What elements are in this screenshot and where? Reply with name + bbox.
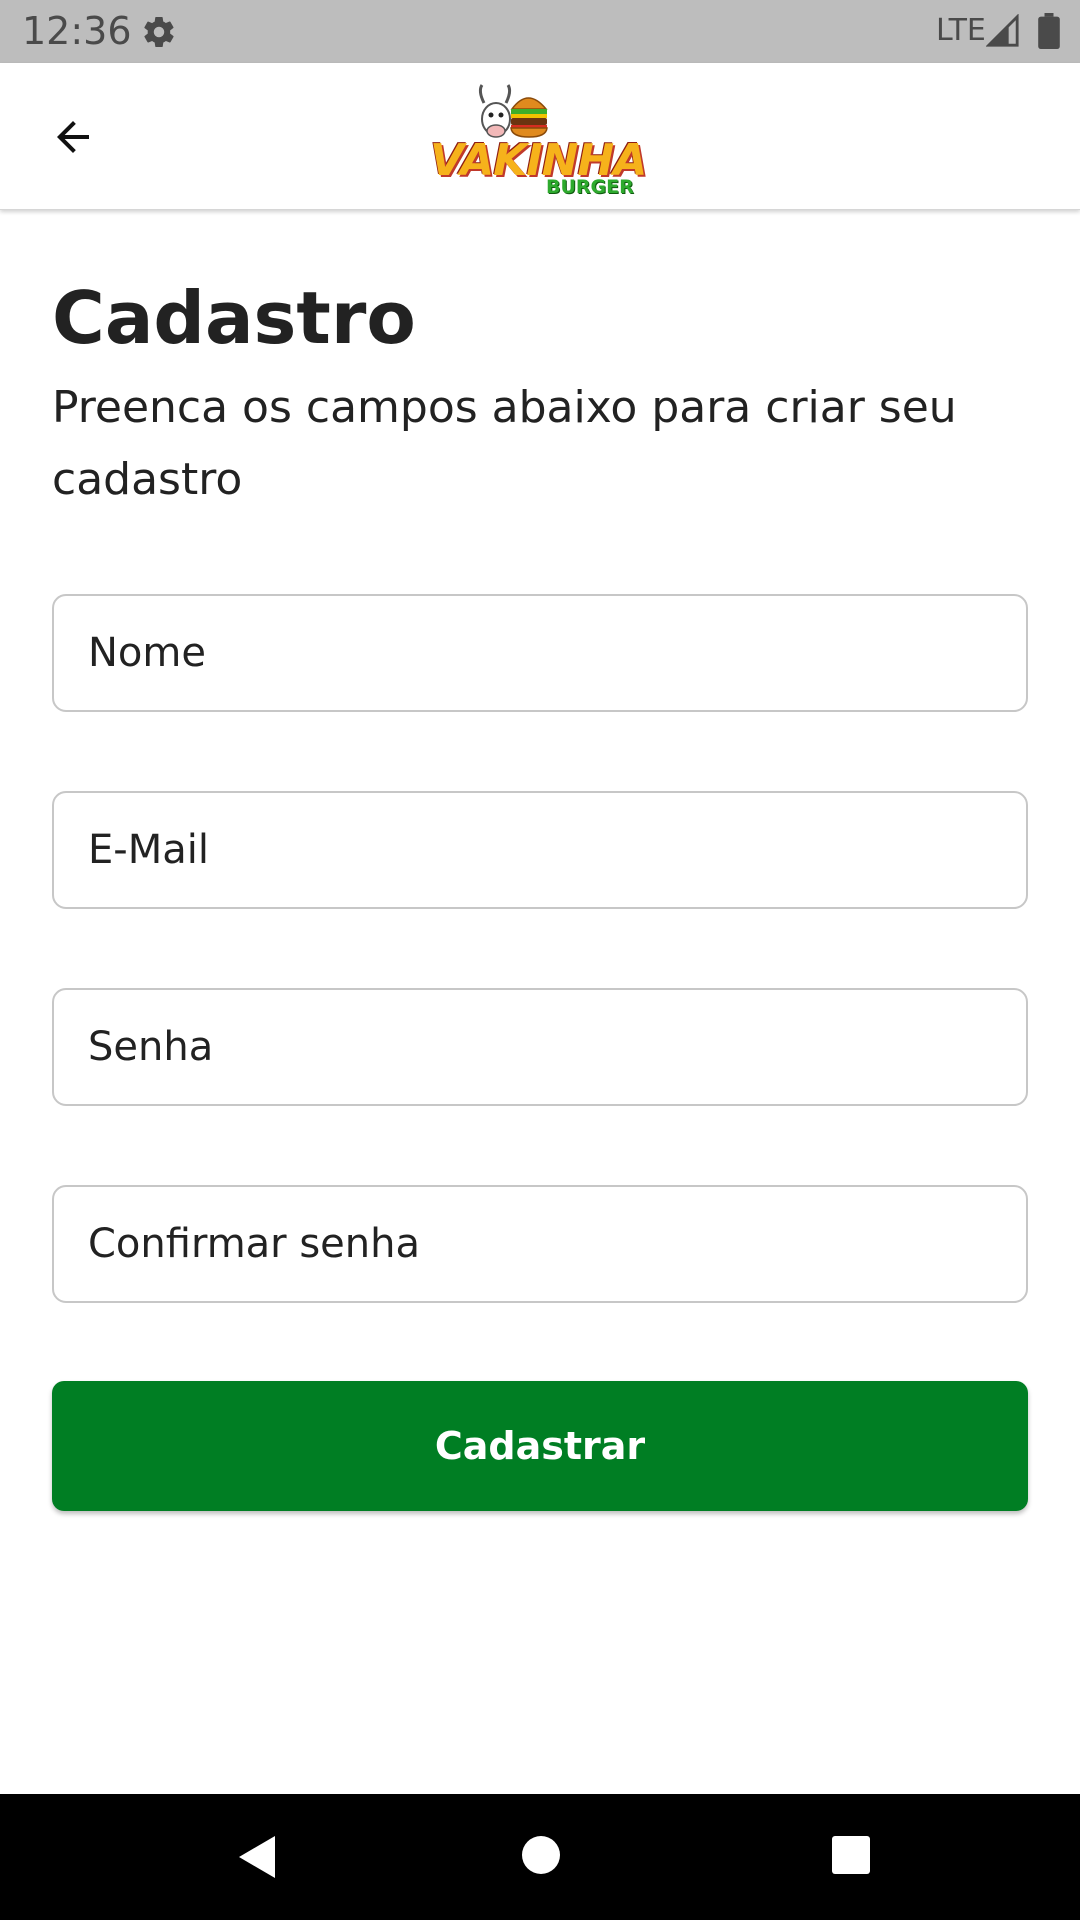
signal-icon <box>986 14 1019 47</box>
confirm-password-field <box>52 1185 1028 1303</box>
logo-subtitle: BURGER <box>546 176 634 198</box>
email-field <box>52 791 1028 909</box>
system-nav-bar <box>0 1794 1080 1920</box>
password-field <box>52 988 1028 1106</box>
vakinha-burger-logo: VAKINHA BURGER <box>430 79 650 197</box>
app-bar: VAKINHA BURGER <box>0 63 1080 210</box>
battery-icon <box>1038 13 1060 49</box>
email-input[interactable] <box>54 793 1026 907</box>
nav-back-icon[interactable] <box>233 1832 279 1882</box>
nav-recents-icon[interactable] <box>830 1834 872 1876</box>
settings-gear-icon <box>144 16 174 48</box>
name-field <box>52 594 1028 712</box>
status-time: 12:36 <box>22 9 132 53</box>
network-type-label: LTE <box>936 13 986 48</box>
name-input[interactable] <box>54 596 1026 710</box>
page-title: Cadastro <box>52 276 416 360</box>
page-subtitle: Preenca os campos abaixo para criar seu … <box>52 382 957 505</box>
password-input[interactable] <box>54 990 1026 1104</box>
arrow-left-icon <box>57 121 89 153</box>
status-bar: 12:36 LTE <box>0 0 1080 63</box>
nav-home-icon[interactable] <box>520 1834 562 1876</box>
confirm-password-input[interactable] <box>54 1187 1026 1301</box>
signup-button[interactable]: Cadastrar <box>52 1381 1028 1511</box>
back-button[interactable] <box>34 101 112 173</box>
signup-screen: 12:36 LTE VAKINHA BURGER Cadastro Preenc… <box>0 0 1080 1920</box>
